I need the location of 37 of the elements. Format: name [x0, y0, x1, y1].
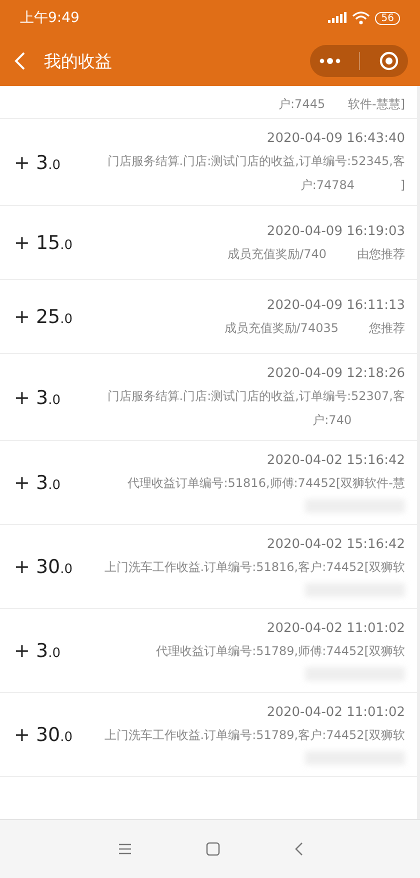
record-description: 上门洗车工作收益.订单编号:51816,客户:74452[双狮软 [104, 559, 405, 576]
record-date: 2020-04-09 16:11:13 [266, 298, 405, 312]
record-amount: + 15.0 [14, 232, 74, 254]
record-date: 2020-04-02 15:16:42 [266, 537, 405, 552]
more-icon[interactable] [319, 57, 342, 65]
chevron-left-icon [14, 52, 26, 70]
record-amount: + 3.0 [14, 640, 62, 662]
status-time: 上午9:49 [20, 9, 80, 27]
record-date: 2020-04-09 12:18:26 [266, 366, 405, 381]
record-description: 上门洗车工作收益.订单编号:51789,客户:74452[双狮软 [104, 727, 405, 744]
back-icon[interactable] [294, 842, 302, 856]
record-description: 户:7445 软件-慧慧] [278, 96, 405, 113]
record-description: 成员充值奖励/740 由您推荐 [228, 246, 405, 262]
record-amount: + 30.0 [14, 556, 74, 578]
record-description: 门店服务结算.门店:测试门店的收益,订单编号:52307,客 [107, 388, 405, 405]
home-icon[interactable] [206, 842, 220, 856]
record-amount: + 3.0 [14, 472, 62, 494]
record-amount: + 30.0 [14, 724, 74, 746]
record-description: 户:74784 ] [300, 177, 405, 194]
record-amount: + 25.0 [14, 306, 74, 328]
record-date: 2020-04-09 16:43:40 [266, 131, 405, 146]
battery-level: 56 [375, 12, 400, 24]
record-description: 户:740 [312, 412, 353, 429]
wifi-icon [352, 11, 370, 25]
record-description: 代理收益订单编号:51816,师傅:74452[双狮软件-慧 [128, 475, 405, 492]
record-amount: + 3.0 [14, 386, 62, 408]
record-description: 成员充值奖励/74035 您推荐 [224, 320, 405, 336]
record-date: 2020-04-02 11:01:02 [266, 705, 405, 720]
record-description: 门店服务结算.门店:测试门店的收益,订单编号:52345,客 [107, 153, 405, 170]
record-date: 2020-04-02 11:01:02 [266, 621, 405, 636]
menu-icon[interactable] [118, 843, 132, 855]
record-date: 2020-04-02 15:16:42 [266, 453, 405, 468]
signal-icon [327, 12, 348, 24]
record-description: 代理收益订单编号:51789,师傅:74452[双狮软 [156, 643, 405, 660]
page-title: 我的收益 [44, 50, 113, 72]
record-date: 2020-04-09 16:19:03 [266, 224, 405, 238]
record-amount: + 3.0 [14, 152, 62, 174]
